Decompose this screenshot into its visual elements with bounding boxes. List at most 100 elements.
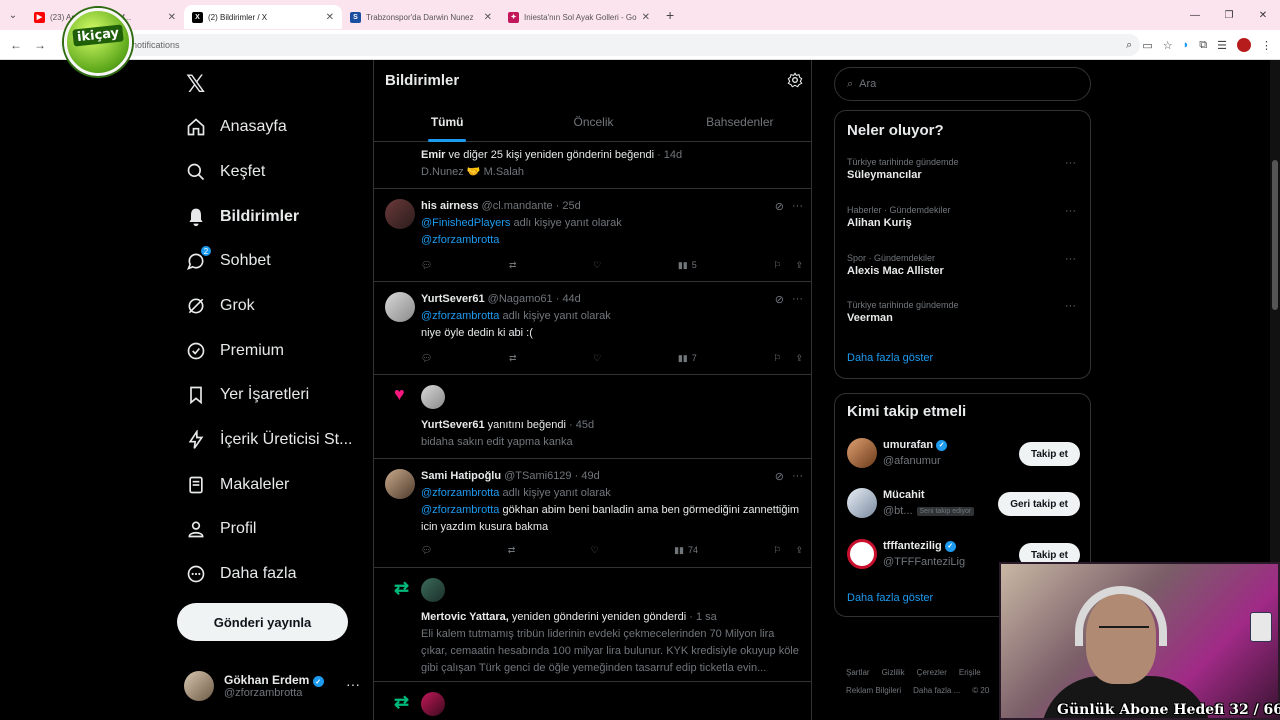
views-button[interactable]: ▮▮ 7 (678, 353, 697, 364)
restore-icon[interactable]: ❐ (1212, 10, 1246, 21)
more-dots-icon[interactable]: ··· (1065, 300, 1076, 312)
close-window-icon[interactable]: ✕ (1246, 10, 1280, 21)
mention-link[interactable]: @FinishedPlayers (421, 217, 510, 229)
views-button[interactable]: ▮▮ 5 (678, 260, 697, 271)
avatar[interactable] (385, 199, 415, 229)
avatar[interactable] (421, 385, 445, 409)
like-icon[interactable]: ♡ (593, 260, 601, 271)
close-icon[interactable]: ✕ (642, 12, 650, 23)
sidebar-item-bookmarks[interactable]: Yer İşaretleri (184, 375, 309, 415)
notification-item[interactable]: ♥ YurtSever61 yanıtını beğendi · 45d bid… (374, 375, 811, 459)
sidebar-item-creator-studio[interactable]: İçerik Üreticisi St... (184, 420, 352, 460)
reading-list-icon[interactable]: ☰ (1217, 39, 1227, 52)
views-button[interactable]: ▮▮ 74 (674, 545, 698, 556)
profile-avatar-icon[interactable] (1237, 38, 1251, 52)
tab-list-button[interactable]: ⌄ (0, 10, 26, 21)
tweet-reply[interactable]: ⊘ ··· Sami Hatipoğlu @TSami6129 · 49d @zf… (374, 459, 811, 568)
avatar[interactable] (385, 292, 415, 322)
share-icon[interactable]: ⇪ (795, 260, 803, 271)
author-name[interactable]: his airness (421, 200, 478, 212)
extension-icon[interactable]: ◗ (1183, 39, 1190, 51)
actor-name[interactable]: Emir (421, 149, 445, 161)
url-input[interactable]: notifications (60, 34, 1140, 56)
author-name[interactable]: Sami Hatipoğlu (421, 470, 501, 482)
footer-link[interactable]: Reklam Bilgileri (846, 686, 901, 695)
sidebar-item-more[interactable]: Daha fazla (184, 554, 297, 594)
follow-suggestion[interactable]: umurafan ✓ @afanumur Takip et (847, 438, 1080, 472)
notification-item[interactable]: Emir ve diğer 25 kişi yeniden gönderini … (374, 142, 811, 189)
notification-item[interactable]: ⇄ Mertovic Yattara, yeniden gönderini ye… (374, 568, 811, 682)
account-switcher[interactable]: Gökhan Erdem ✓ @zforzambrotta ··· (184, 666, 370, 706)
footer-link[interactable]: Erişile (959, 668, 981, 677)
like-icon[interactable]: ♡ (591, 545, 599, 556)
mention-link[interactable]: @zforzambrotta (421, 310, 499, 322)
more-dots-icon[interactable]: ··· (1065, 157, 1076, 169)
reply-icon[interactable]: 💬︎ (421, 545, 432, 556)
like-icon[interactable]: ♡ (593, 353, 601, 364)
mention-link[interactable]: @zforzambrotta (421, 487, 499, 499)
actor-name[interactable]: YurtSever61 (421, 419, 485, 431)
scrollbar-thumb[interactable] (1272, 160, 1278, 310)
sidebar-item-profile[interactable]: Profil (184, 509, 256, 549)
follow-button[interactable]: Takip et (1018, 442, 1080, 466)
notification-item[interactable]: ⇄ (374, 682, 811, 720)
x-logo-icon[interactable]: 𝕏 (186, 70, 205, 98)
sidebar-item-notifications[interactable]: Bildirimler (184, 197, 299, 237)
trend-item[interactable]: Haberler · Gündemdekiler Alihan Kuriş ··… (847, 205, 1080, 229)
star-icon[interactable]: ☆ (1163, 39, 1173, 52)
show-more-link[interactable]: Daha fazla göster (847, 352, 933, 364)
footer-link[interactable]: Şartlar (846, 668, 870, 677)
more-dots-icon[interactable]: ··· (1065, 253, 1076, 265)
footer-link[interactable]: Daha fazla ... (913, 686, 960, 695)
close-icon[interactable]: ✕ (326, 12, 334, 23)
retweet-icon[interactable]: ⇄ (509, 260, 517, 271)
kebab-menu-icon[interactable]: ⋮ (1261, 39, 1272, 52)
zoom-icon[interactable]: ⌕ (1126, 39, 1132, 52)
trend-item[interactable]: Türkiye tarihinde gündemde Veerman ··· (847, 300, 1080, 324)
sidebar-item-explore[interactable]: Keşfet (184, 152, 265, 192)
footer-link[interactable]: Çerezler (917, 668, 947, 677)
follow-suggestion[interactable]: Mücahit @bt... Seni takip ediyor Geri tak… (847, 488, 1080, 522)
avatar[interactable] (847, 488, 877, 518)
mention-link[interactable]: @zforzambrotta (421, 504, 499, 516)
bookmark-icon[interactable]: ⚐ (773, 260, 781, 271)
more-dots-icon[interactable]: ··· (1065, 205, 1076, 217)
minimize-icon[interactable]: — (1178, 10, 1212, 21)
back-icon[interactable]: ← (4, 38, 28, 52)
cast-icon[interactable]: ▭ (1142, 39, 1152, 52)
close-icon[interactable]: ✕ (484, 12, 492, 23)
retweet-icon[interactable]: ⇄ (509, 353, 517, 364)
footer-link[interactable]: Gizlilik (882, 668, 905, 677)
browser-tab-3[interactable]: S Trabzonspor'da Darwin Nunez ✕ (342, 5, 500, 29)
tab-all[interactable]: Tümü (374, 106, 520, 142)
retweet-icon[interactable]: ⇄ (508, 545, 516, 556)
sidebar-item-premium[interactable]: Premium (184, 331, 284, 371)
avatar[interactable] (385, 469, 415, 499)
share-icon[interactable]: ⇪ (795, 353, 803, 364)
gear-icon[interactable] (787, 72, 803, 93)
close-icon[interactable]: ✕ (168, 12, 176, 23)
follow-back-button[interactable]: Geri takip et (998, 492, 1080, 516)
forward-icon[interactable]: → (28, 38, 52, 52)
bookmark-icon[interactable]: ⚐ (773, 353, 781, 364)
sidebar-item-home[interactable]: Anasayfa (184, 107, 287, 147)
avatar[interactable] (421, 692, 445, 716)
search-input[interactable]: ⌕ Ara (834, 67, 1091, 101)
avatar[interactable] (847, 438, 877, 468)
sidebar-item-articles[interactable]: Makaleler (184, 465, 289, 505)
avatar[interactable] (421, 578, 445, 602)
show-more-link[interactable]: Daha fazla göster (847, 592, 933, 604)
more-dots-icon[interactable]: ··· (346, 676, 360, 692)
tweet-reply[interactable]: ⊘ ··· his airness @cl.mandante · 25d @Fin… (374, 189, 811, 282)
tab-priority[interactable]: Öncelik (520, 106, 666, 142)
trend-item[interactable]: Spor · Gündemdekiler Alexis Mac Allister… (847, 253, 1080, 277)
sidebar-item-grok[interactable]: Grok (184, 286, 255, 326)
puzzle-icon[interactable]: ⧉ (1199, 39, 1207, 52)
browser-tab-2[interactable]: X (2) Bildirimler / X ✕ (184, 5, 342, 29)
tweet-text[interactable]: @zforzambrotta (421, 232, 801, 249)
tweet-reply[interactable]: ⊘ ··· YurtSever61 @Nagamo61 · 44d @zforza… (374, 282, 811, 375)
avatar[interactable] (847, 539, 877, 569)
post-button[interactable]: Gönderi yayınla (177, 603, 348, 641)
actor-name[interactable]: Mertovic Yattara, (421, 611, 509, 623)
new-tab-button[interactable]: + (666, 7, 674, 23)
